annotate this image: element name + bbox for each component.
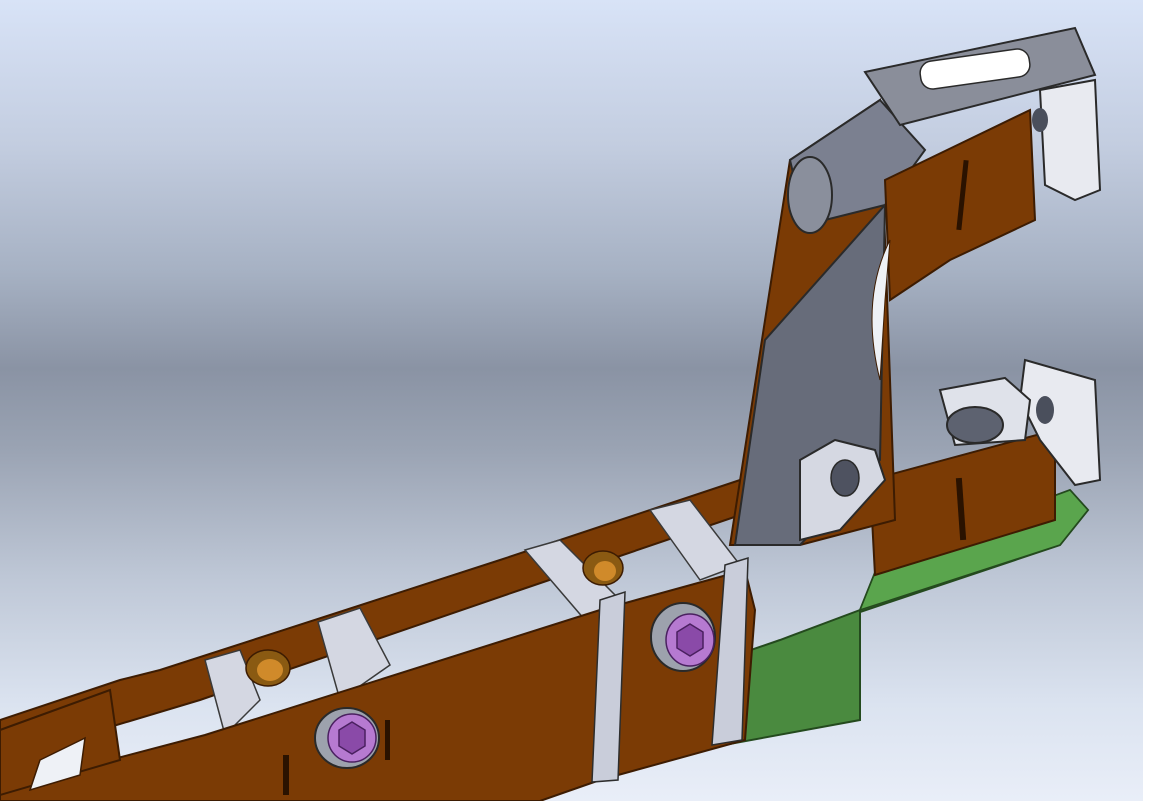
cad-model-render[interactable] [0,0,1143,801]
viewport-right-edge [1143,0,1175,801]
slot [283,755,289,795]
bushing-icon[interactable] [582,550,624,586]
graphics-viewport[interactable] [0,0,1175,801]
bushing-icon[interactable] [245,649,291,687]
grey-pin-end[interactable] [787,156,833,234]
hex-socket-bolt-icon[interactable] [650,602,716,672]
hex-socket-bolt-icon[interactable] [314,707,380,769]
slot [385,720,390,760]
